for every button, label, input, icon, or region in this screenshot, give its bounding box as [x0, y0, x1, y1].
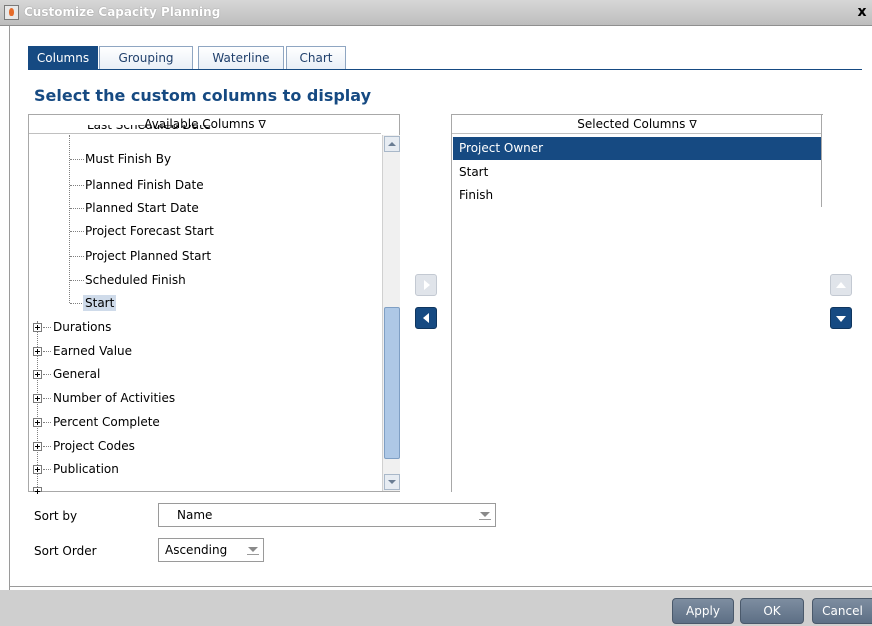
tree-branch [70, 185, 84, 186]
filter-icon[interactable]: ∇ [258, 115, 265, 134]
scrollbar-thumb[interactable] [384, 307, 400, 459]
tree-branch [70, 159, 84, 160]
tree-item-label: Project Planned Start [85, 249, 212, 263]
tree-item-project-forecast-start[interactable]: Project Forecast Start [83, 220, 216, 242]
tree-group-label: Percent Complete [53, 415, 160, 429]
tree-branch [70, 280, 84, 281]
tree-item-label: Last Scheduled Date [87, 125, 212, 132]
tree-item-label: Project Forecast Start [85, 224, 214, 238]
tree-branch [43, 327, 51, 328]
section-heading: Select the custom columns to display [34, 86, 372, 105]
tree-branch [70, 208, 84, 209]
tree-group-publication[interactable]: Publication [51, 458, 121, 480]
selected-item-start[interactable]: Start [453, 161, 821, 184]
tree-item-scheduled-finish[interactable]: Scheduled Finish [83, 269, 188, 291]
panel-edge [821, 115, 822, 207]
expand-icon[interactable] [33, 370, 42, 379]
tree-group-number-of-activities[interactable]: Number of Activities [51, 387, 177, 409]
filter-icon[interactable]: ∇ [689, 115, 696, 134]
tree-branch [43, 469, 51, 470]
tree-group-label: Number of Activities [53, 391, 176, 405]
cancel-button[interactable]: Cancel [812, 598, 872, 624]
tree-item-label: Start [83, 295, 117, 311]
tree-group-earned-value[interactable]: Earned Value [51, 340, 134, 362]
sort-by-select[interactable]: Name [158, 503, 496, 527]
expand-icon[interactable] [33, 418, 42, 427]
expand-icon[interactable] [33, 347, 42, 356]
tree-group-percent-complete[interactable]: Percent Complete [51, 411, 162, 433]
add-column-button[interactable] [415, 274, 437, 296]
remove-column-button[interactable] [415, 307, 437, 329]
tree-branch [70, 256, 84, 257]
tree-item-label: Scheduled Finish [85, 273, 186, 287]
sort-by-label: Sort by [34, 509, 78, 523]
tree-item-partial[interactable]: Last Scheduled Date [85, 125, 213, 137]
tree-item-label: Must Finish By [85, 152, 172, 166]
tree-branch [43, 351, 51, 352]
tab-grouping[interactable]: Grouping [99, 46, 193, 70]
tab-chart[interactable]: Chart [286, 46, 346, 70]
tree-branch [70, 303, 84, 304]
sort-order-select[interactable]: Ascending [158, 538, 264, 562]
tree-branch [43, 374, 51, 375]
tree-group-project-codes[interactable]: Project Codes [51, 435, 137, 457]
available-scrollbar[interactable] [382, 135, 400, 491]
tree-group-durations[interactable]: Durations [51, 316, 113, 338]
sort-order-value: Ascending [165, 543, 228, 557]
tree-item-label: Planned Finish Date [85, 178, 204, 192]
selected-item-finish[interactable]: Finish [453, 184, 821, 207]
window-titlebar: Customize Capacity Planning x [0, 0, 872, 26]
tree-group-label: Durations [53, 320, 112, 334]
tree-item-project-planned-start[interactable]: Project Planned Start [83, 245, 213, 267]
tree-group-label: General [53, 367, 101, 381]
tree-item-planned-start-date[interactable]: Planned Start Date [83, 197, 201, 219]
tree-group-label: Publication [53, 462, 119, 476]
selected-columns-list[interactable]: Selected Columns ∇ Project Owner Start Fi… [451, 114, 823, 492]
footer-divider [10, 586, 872, 587]
sort-by-value: Name [177, 508, 213, 522]
selected-columns-header[interactable]: Selected Columns ∇ [452, 115, 822, 134]
tab-columns[interactable]: Columns [28, 46, 98, 70]
scroll-down-icon[interactable] [384, 474, 400, 490]
tree-item-planned-finish-date[interactable]: Planned Finish Date [83, 174, 206, 196]
selected-columns-header-label: Selected Columns [577, 117, 686, 131]
java-icon [4, 5, 19, 20]
tree-item-label: Planned Start Date [85, 201, 199, 215]
chevron-down-icon[interactable] [479, 510, 491, 520]
window-frame-left [0, 26, 10, 600]
tree-group-label: Earned Value [53, 344, 133, 358]
tree-group-general[interactable]: General [51, 363, 102, 385]
tree-item-must-finish-by[interactable]: Must Finish By [83, 148, 173, 170]
tree-branch [43, 398, 51, 399]
chevron-down-icon[interactable] [247, 545, 259, 555]
scroll-up-icon[interactable] [384, 136, 400, 152]
ok-button[interactable]: OK [740, 598, 804, 624]
close-icon[interactable]: x [854, 3, 870, 21]
available-columns-list[interactable]: Available Columns ∇ Last Scheduled Date M… [28, 114, 400, 494]
tree-item-start[interactable]: Start [83, 292, 117, 314]
sort-order-label: Sort Order [34, 544, 97, 558]
window-title: Customize Capacity Planning [24, 5, 221, 19]
tree-connector [69, 135, 70, 303]
expand-icon[interactable] [33, 323, 42, 332]
expand-icon[interactable] [33, 394, 42, 403]
tab-waterline[interactable]: Waterline [198, 46, 284, 70]
expand-icon[interactable] [33, 442, 42, 451]
move-down-button[interactable] [830, 307, 852, 329]
tab-underline [28, 69, 862, 70]
selected-item-project-owner[interactable]: Project Owner [453, 137, 821, 160]
tree-branch [70, 231, 84, 232]
tree-branch [43, 422, 51, 423]
expand-icon[interactable] [33, 487, 42, 494]
expand-icon[interactable] [33, 465, 42, 474]
tree-group-label: Project Codes [53, 439, 135, 453]
tree-branch [43, 446, 51, 447]
move-up-button[interactable] [830, 274, 852, 296]
apply-button[interactable]: Apply [672, 598, 734, 624]
